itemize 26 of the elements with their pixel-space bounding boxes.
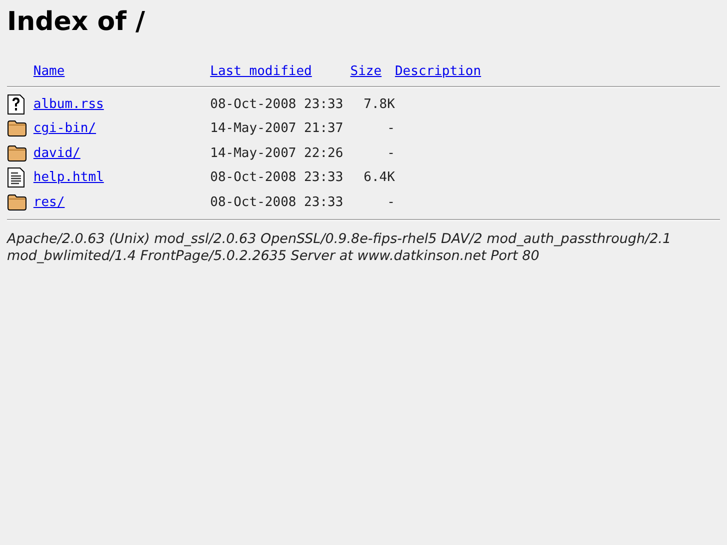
unknown-file-icon [7, 94, 25, 115]
file-link[interactable]: album.rss [33, 96, 104, 112]
file-size: - [387, 146, 395, 161]
column-header-link[interactable]: Size [350, 64, 382, 78]
folder-icon [7, 194, 27, 211]
modified-date: 08-Oct-2008 23:33 [210, 194, 344, 210]
page-title: Index of / [7, 6, 146, 38]
column-header-link[interactable]: Last modified [210, 64, 312, 78]
file-link[interactable]: res/ [33, 194, 65, 210]
folder-icon [7, 120, 27, 138]
text-file-icon [7, 167, 25, 188]
modified-date: 08-Oct-2008 23:33 [210, 96, 344, 112]
file-size: - [387, 194, 395, 210]
file-size: 7.8K [364, 96, 395, 112]
modified-date: 08-Oct-2008 23:33 [210, 170, 344, 186]
file-size: 6.4K [364, 170, 395, 186]
file-link[interactable]: cgi-bin/ [33, 121, 96, 136]
file-link[interactable]: help.html [33, 170, 104, 186]
server-signature: Apache/2.0.63 (Unix) mod_ssl/2.0.63 OpenSSL/0.9.8e-fips-rhel5 DAV/2 mod_auth_passthrough/2.1 mod_bwlimited/1.4 FrontPage/5.0.2.2635 Server at www.datkinson.net Port 80 [7, 230, 672, 264]
column-header-link[interactable]: Description [394, 64, 482, 78]
column-header-link[interactable]: Name [33, 64, 65, 78]
file-size: - [387, 121, 395, 136]
folder-icon [7, 144, 27, 162]
modified-date: 14-May-2007 22:26 [210, 146, 344, 161]
modified-date: 14-May-2007 21:37 [210, 121, 344, 136]
file-link[interactable]: david/ [33, 146, 80, 161]
